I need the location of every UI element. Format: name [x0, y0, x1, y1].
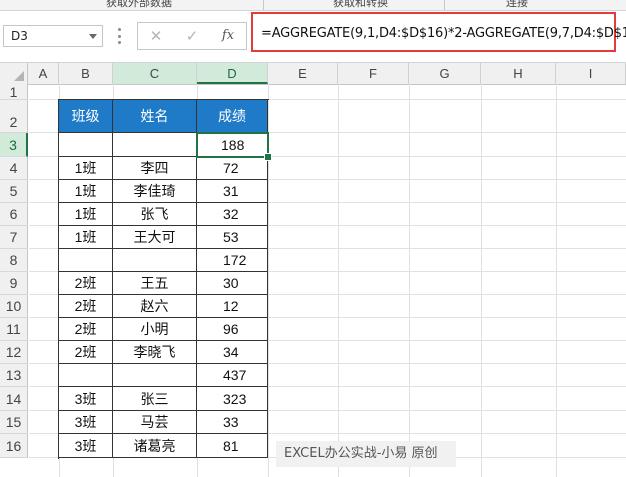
column-header-a[interactable]: A [28, 63, 59, 84]
row-header[interactable]: 6 [0, 203, 28, 226]
column-headers: A B C D E F G H I [0, 62, 626, 85]
table-header-score[interactable]: 成绩 [197, 100, 268, 133]
column-header-i[interactable]: I [556, 63, 626, 84]
table-cell-score[interactable]: 34 [197, 341, 268, 364]
row-header[interactable]: 11 [0, 318, 28, 341]
table-cell-score[interactable]: 81 [197, 434, 268, 458]
ribbon-separator [263, 0, 264, 10]
column-header-b[interactable]: B [59, 63, 113, 84]
table-cell-class[interactable]: 2班 [59, 295, 113, 318]
table-cell-name[interactable]: 张飞 [113, 203, 197, 226]
table-cell-name[interactable]: 马芸 [113, 411, 197, 434]
table-cell-score[interactable]: 53 [197, 226, 268, 249]
table-cell-name[interactable] [113, 364, 197, 387]
row-header[interactable]: 15 [0, 411, 28, 434]
table-cell-class[interactable]: 3班 [59, 411, 113, 434]
table-cell-score[interactable]: 32 [197, 203, 268, 226]
name-box-value: D3 [11, 29, 28, 43]
select-all-button[interactable] [0, 63, 28, 84]
table-cell-score[interactable]: 30 [197, 272, 268, 295]
table-cell-class[interactable]: 1班 [59, 226, 113, 249]
row-header[interactable]: 5 [0, 180, 28, 203]
table-cell-name[interactable]: 李四 [113, 157, 197, 180]
table-cell-class[interactable]: 1班 [59, 157, 113, 180]
table-header-name[interactable]: 姓名 [113, 100, 197, 133]
table-cell-score[interactable]: 96 [197, 318, 268, 341]
column-header-g[interactable]: G [409, 63, 481, 84]
table-cell-score[interactable]: 172 [197, 249, 268, 272]
table-cell-score[interactable]: 72 [197, 157, 268, 180]
table-cell-class[interactable]: 1班 [59, 203, 113, 226]
resize-handle[interactable] [118, 28, 121, 44]
table-cell-class[interactable]: 2班 [59, 272, 113, 295]
row-header[interactable]: 13 [0, 364, 28, 387]
watermark: EXCEL办公实战-小易 原创 [276, 441, 456, 467]
table-cell-name[interactable]: 诸葛亮 [113, 434, 197, 458]
table-cell-name[interactable] [113, 249, 197, 272]
formula-text: =AGGREGATE(9,1,D4:$D$16)*2-AGGREGATE(9,7… [261, 26, 626, 41]
row-header[interactable]: 2 [0, 100, 28, 133]
row-header[interactable]: 12 [0, 341, 28, 364]
formula-buttons: ✕ ✓ fx [137, 22, 247, 50]
formula-input[interactable]: =AGGREGATE(9,1,D4:$D$16)*2-AGGREGATE(9,7… [251, 12, 626, 52]
table-cell-name[interactable]: 李晓飞 [113, 341, 197, 364]
ribbon-group-label: 获取和转换 [333, 0, 388, 9]
table-cell-score[interactable]: 437 [197, 364, 268, 387]
row-header[interactable]: 14 [0, 387, 28, 411]
row-header[interactable]: 4 [0, 157, 28, 180]
table-cell-class[interactable] [59, 364, 113, 387]
table-cell-name[interactable]: 张三 [113, 387, 197, 411]
table-cell-class[interactable] [59, 249, 113, 272]
insert-function-icon[interactable]: fx [216, 26, 240, 46]
formula-bar: D3 ✕ ✓ fx =AGGREGATE(9,1,D4:$D$16)*2-AGG… [0, 11, 626, 61]
column-header-e[interactable]: E [268, 63, 338, 84]
table-cell-name[interactable]: 李佳琦 [113, 180, 197, 203]
table-cell-score[interactable]: 33 [197, 411, 268, 434]
table-cell-class[interactable]: 3班 [59, 434, 113, 458]
table-cell-class[interactable] [59, 133, 113, 157]
table-cell-name[interactable]: 王大可 [113, 226, 197, 249]
row-header[interactable]: 16 [0, 434, 28, 458]
ribbon-group-label: 获取外部数据 [106, 0, 172, 9]
table-cell-score[interactable]: 31 [197, 180, 268, 203]
table-cell-score[interactable]: 323 [197, 387, 268, 411]
row-header[interactable]: 7 [0, 226, 28, 249]
row-header[interactable]: 3 [0, 133, 28, 157]
table-cell-name[interactable]: 赵六 [113, 295, 197, 318]
table-cell-name[interactable] [113, 133, 197, 157]
ribbon-separator [444, 0, 445, 10]
column-header-h[interactable]: H [481, 63, 556, 84]
row-header[interactable]: 1 [0, 84, 28, 100]
column-header-f[interactable]: F [338, 63, 409, 84]
name-box[interactable]: D3 [3, 25, 103, 47]
table-cell-class[interactable]: 2班 [59, 341, 113, 364]
enter-icon[interactable]: ✓ [180, 26, 204, 46]
ribbon-group-label: 连接 [506, 0, 528, 9]
column-header-d[interactable]: D [197, 63, 268, 84]
chevron-down-icon[interactable] [89, 34, 97, 39]
fill-handle[interactable] [264, 153, 272, 161]
table-cell-class[interactable]: 3班 [59, 387, 113, 411]
table-header-class[interactable]: 班级 [59, 100, 113, 133]
table-cell-score[interactable]: 12 [197, 295, 268, 318]
table-cell-name[interactable]: 小明 [113, 318, 197, 341]
table-cell-class[interactable]: 1班 [59, 180, 113, 203]
row-header[interactable]: 9 [0, 272, 28, 295]
ribbon-strip: 获取外部数据 获取和转换 连接 [0, 0, 626, 11]
cancel-icon[interactable]: ✕ [144, 26, 168, 46]
table-cell-class[interactable]: 2班 [59, 318, 113, 341]
table-cell-name[interactable]: 王五 [113, 272, 197, 295]
table-cell-score[interactable]: 188 [196, 132, 269, 158]
row-header[interactable]: 10 [0, 295, 28, 318]
row-header[interactable]: 8 [0, 249, 28, 272]
column-header-c[interactable]: C [113, 63, 197, 84]
